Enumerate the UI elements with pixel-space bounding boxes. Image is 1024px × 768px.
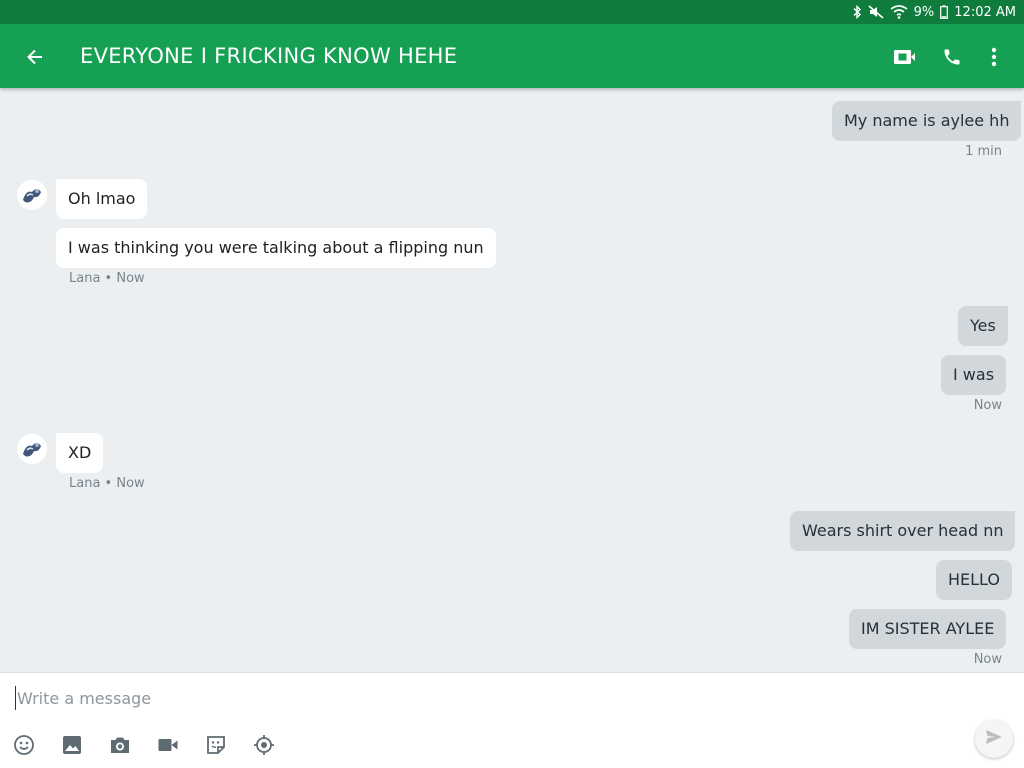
battery-icon — [940, 5, 949, 19]
app-bar: EVERYONE I FRICKING KNOW HEHE — [0, 24, 1024, 88]
avatar[interactable] — [17, 434, 47, 464]
video-call-icon[interactable] — [889, 42, 919, 72]
message-timestamp: Now — [973, 398, 1002, 413]
message-bubble-incoming[interactable]: I was thinking you were talking about a … — [56, 228, 496, 268]
mute-icon — [868, 5, 884, 19]
message-bubble-incoming[interactable]: XD — [56, 433, 104, 473]
battery-percent: 9% — [913, 4, 935, 20]
status-bar: 9% 12:02 AM — [0, 0, 1024, 24]
clock: 12:02 AM — [954, 4, 1016, 20]
phone-icon[interactable] — [937, 42, 967, 72]
bluetooth-icon — [852, 5, 862, 19]
message-bubble-outgoing[interactable]: IM SISTER AYLEE — [849, 609, 1007, 649]
sticker-icon[interactable] — [202, 731, 230, 759]
camera-icon[interactable] — [106, 731, 134, 759]
send-icon — [985, 729, 1003, 749]
location-icon[interactable] — [250, 731, 278, 759]
message-timestamp: 1 min — [965, 144, 1002, 159]
message-bubble-outgoing[interactable]: Yes — [958, 306, 1008, 346]
avatar[interactable] — [17, 180, 47, 210]
message-timestamp: Now — [973, 652, 1002, 667]
emoji-icon[interactable] — [10, 731, 38, 759]
message-bubble-outgoing[interactable]: Wears shirt over head nn — [790, 511, 1016, 551]
message-bubble-outgoing[interactable]: HELLO — [936, 560, 1012, 600]
conversation-title: EVERYONE I FRICKING KNOW HEHE — [80, 44, 458, 68]
message-sender-timestamp: Lana • Now — [69, 271, 145, 286]
message-input[interactable] — [15, 686, 919, 710]
send-button[interactable] — [975, 720, 1013, 758]
image-icon[interactable] — [58, 731, 86, 759]
message-composer — [0, 672, 1024, 768]
back-arrow-icon[interactable] — [20, 42, 50, 72]
message-bubble-incoming[interactable]: Oh lmao — [56, 179, 148, 219]
message-bubble-outgoing[interactable]: My name is aylee hh — [832, 101, 1022, 141]
more-vert-icon[interactable] — [979, 42, 1009, 72]
video-icon[interactable] — [154, 731, 182, 759]
wifi-icon — [890, 5, 908, 19]
message-sender-timestamp: Lana • Now — [69, 476, 145, 491]
message-bubble-outgoing[interactable]: I was — [941, 355, 1007, 395]
